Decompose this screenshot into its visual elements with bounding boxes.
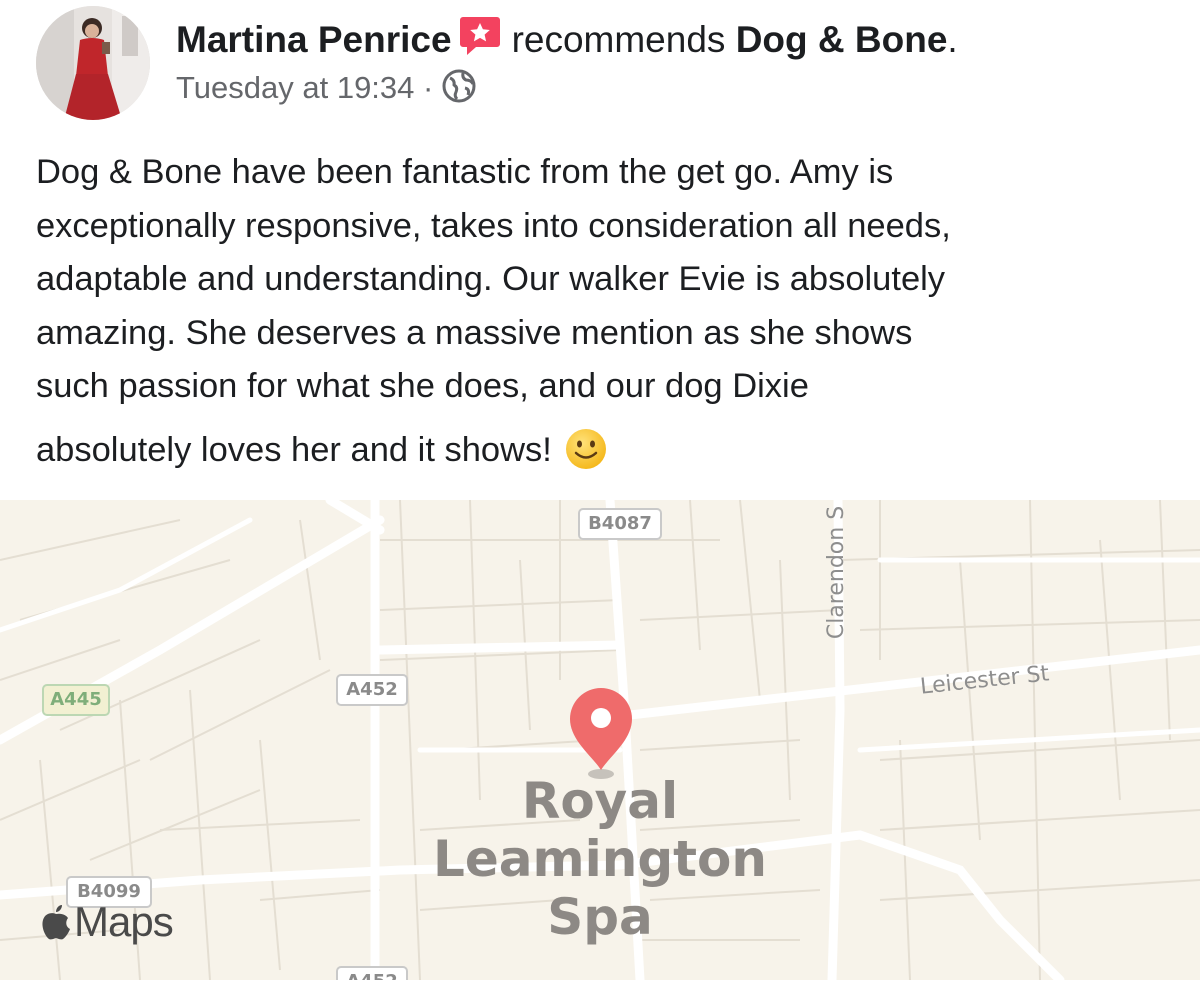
street-label-clarendon: Clarendon S xyxy=(824,505,850,640)
post-text-line: absolutely loves her and it shows! xyxy=(36,430,552,469)
road-shield-b4087: B4087 xyxy=(578,508,662,540)
road-shield-a452: A452 xyxy=(336,674,408,706)
apple-icon xyxy=(42,905,70,940)
post-title-line: Martina Penrice recommends Dog & Bone. xyxy=(176,14,958,61)
meta-separator: · xyxy=(423,70,434,105)
post-text-line: amazing. She deserves a massive mention … xyxy=(36,313,913,352)
post-text-line: adaptable and understanding. Our walker … xyxy=(36,260,946,298)
post-text-line: such passion for what she does, and our … xyxy=(36,367,809,405)
map-preview[interactable]: B4087 A452 A445 B4099 A452 Clarendon S L… xyxy=(0,500,1200,980)
post-header: Martina Penrice recommends Dog & Bone. T… xyxy=(0,0,1200,130)
city-label: Royal Leamington Spa xyxy=(380,772,820,946)
globe-icon[interactable] xyxy=(441,68,477,104)
avatar-image xyxy=(36,6,150,120)
city-label-line: Royal xyxy=(521,772,679,830)
slightly-smiling-face-icon xyxy=(565,428,606,469)
post-body: Dog & Bone have been fantastic from the … xyxy=(36,146,1176,477)
bottom-spacer xyxy=(0,980,1200,1003)
page-link[interactable]: Dog & Bone xyxy=(736,19,948,60)
maps-logo-text: Maps xyxy=(74,898,174,945)
recommend-star-icon xyxy=(459,17,500,55)
avatar[interactable] xyxy=(36,6,150,120)
road-shield-a445: A445 xyxy=(42,684,110,716)
road-shield-a452-bottom: A452 xyxy=(336,966,408,980)
city-label-line: Leamington xyxy=(433,830,767,888)
location-pin-icon xyxy=(570,688,632,779)
title-period: . xyxy=(947,19,958,60)
post-text-line: Dog & Bone have been fantastic from the … xyxy=(36,153,894,191)
post-meta: Tuesday at 19:34 · xyxy=(176,68,477,106)
timestamp[interactable]: Tuesday at 19:34 xyxy=(176,70,414,105)
city-label-line: Spa xyxy=(547,888,653,946)
post-text-line: exceptionally responsive, takes into con… xyxy=(36,206,951,245)
author-name[interactable]: Martina Penrice xyxy=(176,19,452,60)
recommends-text: recommends xyxy=(511,19,726,60)
maps-logo: Maps xyxy=(40,898,174,946)
post-text-last-line: absolutely loves her and it shows! xyxy=(36,424,1176,478)
